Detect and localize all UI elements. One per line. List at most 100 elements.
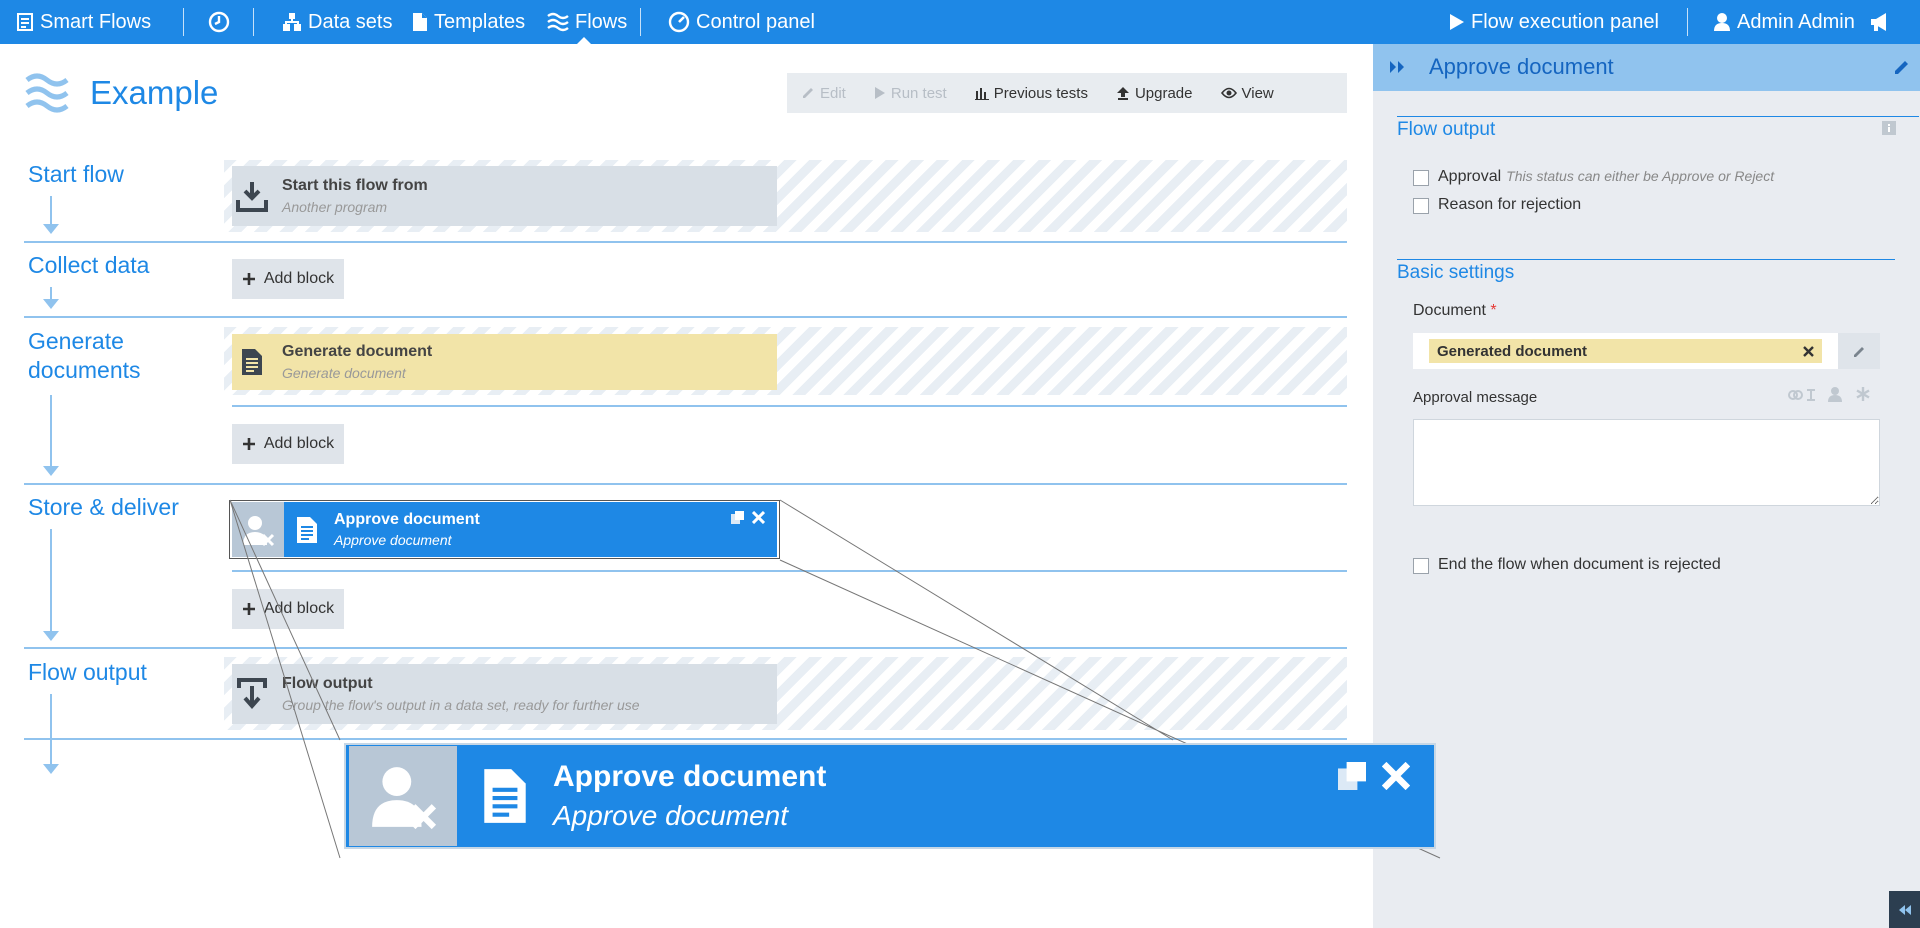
pencil-icon — [801, 86, 815, 100]
document-icon — [457, 767, 553, 825]
nav-history[interactable] — [208, 0, 230, 44]
upload-icon — [1116, 86, 1130, 100]
block-divider — [232, 405, 1347, 407]
document-select[interactable]: Generated document — [1413, 333, 1838, 369]
add-block-button[interactable]: Add block — [232, 424, 344, 464]
edit-button[interactable]: Edit — [787, 73, 860, 113]
close-icon — [1382, 762, 1410, 790]
output-icon — [232, 678, 272, 710]
zoom-title: Approve document — [553, 760, 827, 793]
approval-message-input[interactable] — [1413, 419, 1880, 506]
section-divider — [1397, 116, 1919, 117]
add-block-label: Add block — [263, 435, 335, 452]
document-tag: Generated document — [1429, 339, 1822, 363]
stage-generate-documents: Generate documents — [28, 328, 141, 383]
info-icon[interactable] — [1882, 121, 1896, 135]
nav-user[interactable]: Admin Admin — [1713, 0, 1855, 44]
block-title: Start this flow from — [282, 177, 428, 194]
document-field-label: Document * — [1413, 302, 1497, 320]
nav-active-indicator — [577, 37, 591, 44]
copy-icon — [1338, 762, 1366, 790]
bar-chart-icon — [974, 86, 989, 100]
pencil-icon — [1852, 344, 1867, 359]
upgrade-button[interactable]: Upgrade — [1102, 73, 1207, 113]
add-block-button[interactable]: Add block — [232, 589, 344, 629]
link-icon[interactable] — [1787, 387, 1817, 403]
user-icon — [1713, 12, 1731, 32]
asterisk-icon[interactable] — [1855, 386, 1871, 402]
stage-divider — [24, 647, 1347, 649]
run-test-button[interactable]: Run test — [860, 73, 961, 113]
stage-divider — [24, 241, 1347, 243]
view-label: View — [1241, 84, 1274, 102]
reason-for-rejection-label: Reason for rejection — [1438, 196, 1582, 213]
user-icon[interactable] — [1827, 386, 1843, 402]
plus-icon — [242, 272, 256, 286]
block-title: Flow output — [282, 675, 373, 692]
block-title: Approve document — [334, 511, 480, 528]
stage-flow-output: Flow output — [28, 659, 147, 685]
stage-divider — [24, 316, 1347, 318]
waves-icon — [547, 12, 569, 32]
nav-templates[interactable]: Templates — [412, 0, 525, 44]
basic-settings-heading: Basic settings — [1397, 262, 1515, 283]
user-reject-icon — [349, 746, 457, 846]
megaphone-icon — [1869, 12, 1891, 32]
double-chevron-icon — [1898, 904, 1912, 916]
zoomed-approve-document-block: Approve document Approve document — [344, 743, 1436, 849]
stage-start-flow: Start flow — [28, 161, 124, 187]
approval-message-label: Approval message — [1413, 389, 1538, 406]
stage-arrow — [43, 694, 59, 774]
nav-datasets-label: Data sets — [308, 10, 393, 33]
play-icon — [874, 86, 886, 100]
file-icon — [412, 12, 428, 32]
close-icon[interactable] — [1803, 345, 1814, 357]
zoom-subtitle: Approve document — [553, 800, 789, 831]
copy-icon[interactable] — [731, 511, 744, 524]
reason-for-rejection-checkbox[interactable] — [1413, 198, 1429, 214]
stage-arrow — [43, 395, 59, 476]
block-title: Generate document — [282, 343, 433, 360]
nav-control-panel[interactable]: Control panel — [668, 0, 815, 44]
nav-flow-execution-label: Flow execution panel — [1471, 10, 1659, 33]
flow-title: Example — [90, 74, 219, 111]
stage-arrow — [43, 287, 59, 309]
approval-checkbox[interactable] — [1413, 170, 1429, 186]
nav-announcements[interactable] — [1869, 0, 1891, 44]
nav-brand[interactable]: Smart Flows — [16, 0, 151, 44]
start-flow-block[interactable]: Start this flow from Another program — [232, 166, 777, 226]
run-test-label: Run test — [890, 84, 947, 102]
nav-datasets[interactable]: Data sets — [282, 0, 392, 44]
nav-brand-label: Smart Flows — [40, 10, 152, 33]
upgrade-label: Upgrade — [1134, 84, 1193, 102]
nav-divider — [183, 8, 184, 36]
panel-title: Approve document — [1429, 54, 1614, 79]
end-flow-checkbox[interactable] — [1413, 558, 1429, 574]
add-block-label: Add block — [263, 600, 335, 617]
nav-flow-execution-panel[interactable]: Flow execution panel — [1449, 0, 1659, 44]
stage-divider — [24, 738, 1347, 740]
stage-divider — [24, 483, 1347, 485]
edit-document-button[interactable] — [1838, 333, 1880, 369]
flow-output-block[interactable]: Flow output Group the flow's output in a… — [232, 664, 777, 724]
flow-logo-icon — [24, 70, 70, 116]
eye-icon — [1220, 87, 1237, 99]
view-button[interactable]: View — [1207, 73, 1288, 113]
approve-document-block[interactable]: Approve document Approve document — [232, 502, 777, 557]
block-subtitle: Another program — [282, 199, 388, 215]
stage-arrow — [43, 529, 59, 641]
collapse-panel-button[interactable] — [1889, 891, 1920, 928]
panel-header: Approve document — [1373, 44, 1920, 91]
double-chevron-icon[interactable] — [1389, 60, 1405, 74]
close-icon[interactable] — [752, 511, 765, 524]
list-icon — [16, 12, 34, 32]
previous-tests-button[interactable]: Previous tests — [961, 73, 1102, 113]
download-icon — [232, 180, 272, 212]
gauge-icon — [668, 11, 690, 33]
pencil-icon[interactable] — [1893, 58, 1911, 76]
block-divider — [232, 570, 1347, 572]
generate-document-block[interactable]: Generate document Generate document — [232, 334, 777, 390]
add-block-button[interactable]: Add block — [232, 259, 344, 299]
document-icon — [284, 516, 330, 544]
plus-icon — [242, 602, 256, 616]
